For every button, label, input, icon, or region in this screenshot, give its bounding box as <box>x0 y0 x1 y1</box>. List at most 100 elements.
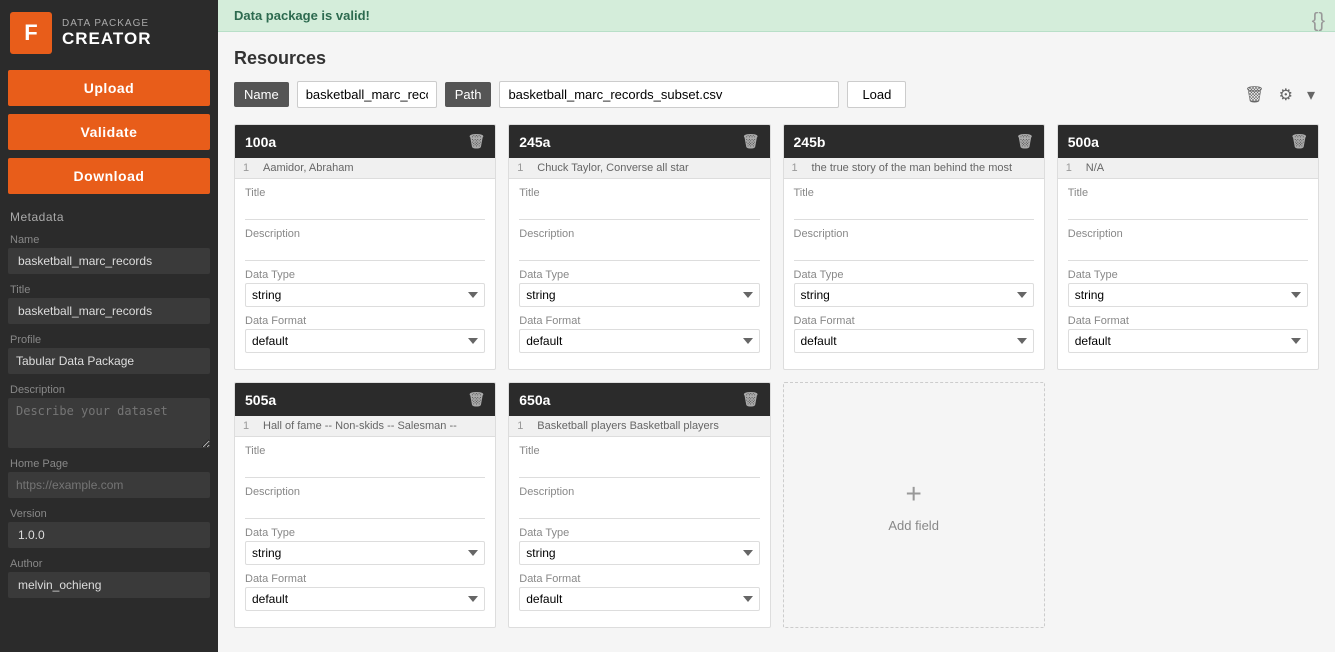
datatype-group: Data Type stringnumberintegerbooleanobje… <box>245 269 485 307</box>
description-input[interactable] <box>1068 242 1308 261</box>
description-field-label: Description <box>794 228 1034 240</box>
code-icon[interactable]: {} <box>1302 0 1335 43</box>
preview-text: Chuck Taylor, Converse all star <box>537 162 688 174</box>
datatype-group: Data Type stringnumberintegerbooleanobje… <box>245 527 485 565</box>
dataformat-label: Data Format <box>245 573 485 585</box>
title-input[interactable] <box>1068 201 1308 220</box>
card-trash-icon-245b[interactable]: 🗑 <box>1016 133 1034 150</box>
card-trash-icon-505a[interactable]: 🗑 <box>467 391 485 408</box>
card-trash-icon-100a[interactable]: 🗑 <box>467 133 485 150</box>
description-input[interactable] <box>519 500 759 519</box>
datatype-select[interactable]: stringnumberintegerbooleanobjectarraydat… <box>245 541 485 565</box>
profile-select-wrap: Tabular Data Package <box>8 348 210 374</box>
homepage-input[interactable] <box>8 472 210 498</box>
datatype-label: Data Type <box>794 269 1034 281</box>
description-input[interactable] <box>245 500 485 519</box>
datatype-select[interactable]: stringnumberintegerbooleanobjectarraydat… <box>519 541 759 565</box>
main-wrapper: Data package is valid! {} Resources Name… <box>218 0 1335 652</box>
card-preview-650a: 1 Basketball players Basketball players <box>509 416 769 437</box>
datatype-select[interactable]: stringnumberintegerbooleanobjectarraydat… <box>245 283 485 307</box>
row-num: 1 <box>517 162 531 174</box>
title-label: Title <box>0 278 218 298</box>
datatype-select[interactable]: stringnumberintegerbooleanobjectarraydat… <box>1068 283 1308 307</box>
metadata-label: Metadata <box>0 198 218 228</box>
resource-bar: Name Path Load 🗑 ⚙ ▾ <box>234 81 1319 108</box>
dataformat-select[interactable]: defaultemailuribinaryuuid <box>519 329 759 353</box>
load-button[interactable]: Load <box>847 81 906 108</box>
dataformat-label: Data Format <box>519 573 759 585</box>
preview-text: the true story of the man behind the mos… <box>812 162 1013 174</box>
description-input[interactable] <box>519 242 759 261</box>
description-group: Description <box>245 228 485 261</box>
card-preview-500a: 1 N/A <box>1058 158 1318 179</box>
dataformat-label: Data Format <box>519 315 759 327</box>
card-header-650a: 650a 🗑 <box>509 383 769 416</box>
logo-bottom: CREATOR <box>62 29 152 49</box>
settings-icon[interactable]: ⚙ <box>1275 83 1297 107</box>
resource-name-input[interactable] <box>297 81 437 108</box>
title-input[interactable] <box>245 201 485 220</box>
dataformat-group: Data Format defaultemailuribinaryuuid <box>1068 315 1308 353</box>
dataformat-select[interactable]: defaultemailuribinaryuuid <box>519 587 759 611</box>
datatype-select[interactable]: stringnumberintegerbooleanobjectarraydat… <box>519 283 759 307</box>
preview-text: Basketball players Basketball players <box>537 420 719 432</box>
homepage-label: Home Page <box>0 452 218 472</box>
title-input[interactable] <box>519 459 759 478</box>
title-field-label: Title <box>794 187 1034 199</box>
card-trash-icon-650a[interactable]: 🗑 <box>742 391 760 408</box>
card-body-100a: Title Description Data Type stringnumber… <box>235 179 495 369</box>
card-title-505a: 505a <box>245 392 276 408</box>
description-input[interactable] <box>794 242 1034 261</box>
datatype-group: Data Type stringnumberintegerbooleanobje… <box>1068 269 1308 307</box>
description-group: Description <box>1068 228 1308 261</box>
dataformat-select[interactable]: defaultemailuribinaryuuid <box>794 329 1034 353</box>
upload-button[interactable]: Upload <box>8 70 210 106</box>
title-group: Title <box>245 187 485 220</box>
title-field-label: Title <box>519 187 759 199</box>
logo: F DATA PACKAGE CREATOR <box>0 0 218 66</box>
card-body-505a: Title Description Data Type stringnumber… <box>235 437 495 627</box>
title-field-label: Title <box>245 187 485 199</box>
download-button[interactable]: Download <box>8 158 210 194</box>
datatype-label: Data Type <box>519 527 759 539</box>
row-num: 1 <box>243 420 257 432</box>
card-body-500a: Title Description Data Type stringnumber… <box>1058 179 1318 369</box>
description-input[interactable] <box>245 242 485 261</box>
toolbar-icons: 🗑 ⚙ ▾ <box>1240 83 1319 107</box>
dataformat-select[interactable]: defaultemailuribinaryuuid <box>245 329 485 353</box>
card-trash-icon-245a[interactable]: 🗑 <box>742 133 760 150</box>
description-field-label: Description <box>519 486 759 498</box>
title-field-label: Title <box>1068 187 1308 199</box>
title-input[interactable] <box>245 459 485 478</box>
dataformat-label: Data Format <box>1068 315 1308 327</box>
title-value: basketball_marc_records <box>8 298 210 324</box>
description-textarea[interactable] <box>8 398 210 448</box>
dataformat-label: Data Format <box>794 315 1034 327</box>
row-num: 1 <box>243 162 257 174</box>
dataformat-select[interactable]: defaultemailuribinaryuuid <box>1068 329 1308 353</box>
profile-select[interactable]: Tabular Data Package <box>8 348 210 374</box>
preview-text: N/A <box>1086 162 1104 174</box>
title-input[interactable] <box>519 201 759 220</box>
title-input[interactable] <box>794 201 1034 220</box>
card-title-245b: 245b <box>794 134 826 150</box>
version-value: 1.0.0 <box>8 522 210 548</box>
card-title-100a: 100a <box>245 134 276 150</box>
card-body-245b: Title Description Data Type stringnumber… <box>784 179 1044 369</box>
valid-banner: Data package is valid! <box>218 0 1335 32</box>
card-body-245a: Title Description Data Type stringnumber… <box>509 179 769 369</box>
chevron-down-icon[interactable]: ▾ <box>1303 83 1319 107</box>
author-label: Author <box>0 552 218 572</box>
datatype-label: Data Type <box>245 269 485 281</box>
dataformat-group: Data Format defaultemailuribinaryuuid <box>245 573 485 611</box>
trash-icon[interactable]: 🗑 <box>1240 83 1268 107</box>
datatype-select[interactable]: stringnumberintegerbooleanobjectarraydat… <box>794 283 1034 307</box>
validate-button[interactable]: Validate <box>8 114 210 150</box>
add-field-card[interactable]: + Add field <box>783 382 1045 628</box>
dataformat-select[interactable]: defaultemailuribinaryuuid <box>245 587 485 611</box>
field-card-100a: 100a 🗑 1 Aamidor, Abraham Title Descript… <box>234 124 496 370</box>
resource-path-input[interactable] <box>499 81 839 108</box>
card-trash-icon-500a[interactable]: 🗑 <box>1290 133 1308 150</box>
name-value: basketball_marc_records <box>8 248 210 274</box>
dataformat-group: Data Format defaultemailuribinaryuuid <box>519 315 759 353</box>
